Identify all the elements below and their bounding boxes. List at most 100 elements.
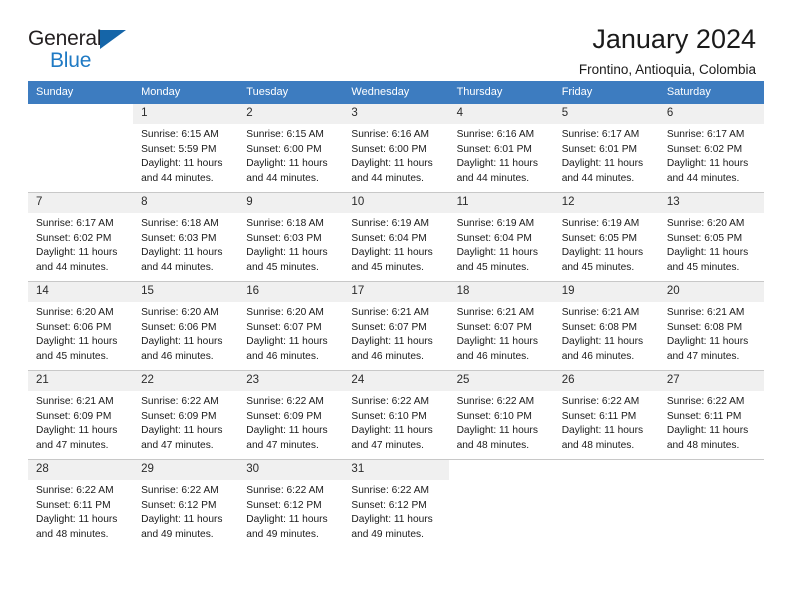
day-cell[interactable]: 18 Sunrise: 6:21 AM Sunset: 6:07 PM Dayligh… (448, 281, 554, 371)
daylight-text-line2: and 45 minutes. (456, 261, 530, 273)
day-cell-empty (553, 459, 659, 548)
day-number: 18 (448, 282, 554, 302)
day-cell[interactable]: 1 Sunrise: 6:15 AM Sunset: 5:59 PM Daylight… (133, 103, 239, 193)
daylight-text-line2: and 46 minutes. (351, 350, 424, 362)
day-number: 8 (133, 193, 239, 213)
day-cell[interactable]: 19 Sunrise: 6:21 AM Sunset: 6:08 PM Dayligh… (553, 281, 659, 371)
daylight-text-line1: Daylight: 11 hours (351, 425, 433, 437)
day-cell[interactable]: 3 Sunrise: 6:16 AM Sunset: 6:00 PM Daylight… (343, 103, 449, 193)
day-sun-info: Sunrise: 6:22 AM Sunset: 6:10 PM Daylight:… (449, 391, 554, 453)
day-sun-info: Sunrise: 6:21 AM Sunset: 6:08 PM Daylight:… (554, 302, 659, 364)
daylight-text-line2: and 47 minutes. (351, 439, 424, 451)
day-cell[interactable]: 12 Sunrise: 6:19 AM Sunset: 6:05 PM Dayligh… (553, 192, 659, 282)
weekday-header-monday: Monday (133, 81, 239, 104)
day-sun-info: Sunrise: 6:20 AM Sunset: 6:06 PM Daylight:… (28, 302, 133, 364)
day-cell[interactable]: 8 Sunrise: 6:18 AM Sunset: 6:03 PM Daylight… (133, 192, 239, 282)
day-cell[interactable]: 15 Sunrise: 6:20 AM Sunset: 6:06 PM Dayligh… (133, 281, 239, 371)
day-cell[interactable]: 30 Sunrise: 6:22 AM Sunset: 6:12 PM Dayligh… (238, 459, 344, 548)
daylight-text-line2: and 45 minutes. (36, 350, 109, 362)
generalblue-logo[interactable]: General Blue (28, 24, 148, 71)
daylight-text-line2: and 44 minutes. (36, 261, 109, 273)
day-sun-info: Sunrise: 6:18 AM Sunset: 6:03 PM Daylight:… (238, 213, 343, 275)
day-number: 21 (28, 371, 134, 391)
sunrise-text: Sunrise: 6:19 AM (561, 218, 640, 229)
sunset-text: Sunset: 6:12 PM (351, 499, 427, 511)
daylight-text-line2: and 48 minutes. (456, 439, 530, 451)
day-cell[interactable]: 27 Sunrise: 6:22 AM Sunset: 6:11 PM Dayligh… (658, 370, 764, 460)
sunrise-text: Sunrise: 6:22 AM (351, 396, 430, 407)
day-cell[interactable]: 7 Sunrise: 6:17 AM Sunset: 6:02 PM Daylight… (28, 192, 134, 282)
daylight-text-line2: and 44 minutes. (456, 172, 530, 184)
day-cell[interactable]: 24 Sunrise: 6:22 AM Sunset: 6:10 PM Dayligh… (343, 370, 449, 460)
sunset-text: Sunset: 6:07 PM (246, 321, 322, 333)
day-cell-empty (448, 459, 554, 548)
sunset-text: Sunset: 6:04 PM (456, 232, 532, 244)
day-cell[interactable]: 31 Sunrise: 6:22 AM Sunset: 6:12 PM Dayligh… (343, 459, 449, 548)
day-cell[interactable]: 17 Sunrise: 6:21 AM Sunset: 6:07 PM Dayligh… (343, 281, 449, 371)
sunrise-text: Sunrise: 6:21 AM (351, 307, 430, 318)
daylight-text-line1: Daylight: 11 hours (666, 247, 749, 259)
daylight-text-line1: Daylight: 11 hours (246, 336, 328, 348)
day-cell[interactable]: 13 Sunrise: 6:20 AM Sunset: 6:05 PM Dayligh… (658, 192, 764, 282)
daylight-text-line1: Daylight: 11 hours (351, 336, 433, 348)
sunrise-text: Sunrise: 6:21 AM (666, 307, 745, 318)
day-cell[interactable]: 2 Sunrise: 6:15 AM Sunset: 6:00 PM Daylight… (238, 103, 344, 193)
day-cell[interactable]: 22 Sunrise: 6:22 AM Sunset: 6:09 PM Dayligh… (133, 370, 239, 460)
day-sun-info: Sunrise: 6:19 AM Sunset: 6:04 PM Daylight:… (343, 213, 448, 275)
day-cell[interactable]: 25 Sunrise: 6:22 AM Sunset: 6:10 PM Dayligh… (448, 370, 554, 460)
day-cell[interactable]: 26 Sunrise: 6:22 AM Sunset: 6:11 PM Dayligh… (553, 370, 659, 460)
day-number: 10 (343, 193, 449, 213)
daylight-text-line2: and 49 minutes. (246, 528, 319, 540)
day-cell[interactable]: 9 Sunrise: 6:18 AM Sunset: 6:03 PM Daylight… (238, 192, 344, 282)
sunset-text: Sunset: 6:04 PM (351, 232, 427, 244)
sunrise-text: Sunrise: 6:16 AM (456, 129, 535, 140)
week-row: 21 Sunrise: 6:21 AM Sunset: 6:09 PM Dayligh… (28, 370, 764, 460)
day-cell[interactable]: 6 Sunrise: 6:17 AM Sunset: 6:02 PM Daylight… (658, 103, 764, 193)
day-number: 30 (238, 460, 344, 480)
day-sun-info: Sunrise: 6:19 AM Sunset: 6:05 PM Daylight:… (554, 213, 659, 275)
sunset-text: Sunset: 6:08 PM (561, 321, 638, 333)
day-cell[interactable]: 28 Sunrise: 6:22 AM Sunset: 6:11 PM Dayligh… (28, 459, 134, 548)
day-number: 23 (238, 371, 344, 391)
daylight-text-line2: and 48 minutes. (36, 528, 109, 540)
day-cell[interactable]: 14 Sunrise: 6:20 AM Sunset: 6:06 PM Dayligh… (28, 281, 134, 371)
sunset-text: Sunset: 6:08 PM (666, 321, 743, 333)
day-number: 31 (343, 460, 449, 480)
day-cell[interactable]: 23 Sunrise: 6:22 AM Sunset: 6:09 PM Dayligh… (238, 370, 344, 460)
day-cell[interactable]: 29 Sunrise: 6:22 AM Sunset: 6:12 PM Dayligh… (133, 459, 239, 548)
weekday-header-sunday: Sunday (28, 81, 134, 104)
location-subtitle: Frontino, Antioquia, Colombia (578, 62, 756, 77)
daylight-text-line2: and 47 minutes. (36, 439, 109, 451)
sunset-text: Sunset: 5:59 PM (141, 143, 217, 155)
daylight-text-line1: Daylight: 11 hours (141, 158, 223, 170)
day-cell[interactable]: 10 Sunrise: 6:19 AM Sunset: 6:04 PM Dayligh… (343, 192, 449, 282)
daylight-text-line1: Daylight: 11 hours (246, 158, 328, 170)
week-row: 14 Sunrise: 6:20 AM Sunset: 6:06 PM Dayligh… (28, 281, 764, 371)
sunrise-text: Sunrise: 6:22 AM (141, 485, 219, 496)
day-sun-info: Sunrise: 6:22 AM Sunset: 6:11 PM Daylight:… (554, 391, 659, 453)
page-title: January 2024 (592, 24, 756, 54)
sunset-text: Sunset: 6:11 PM (666, 410, 742, 422)
sunrise-text: Sunrise: 6:17 AM (561, 129, 640, 140)
weekday-header-tuesday: Tuesday (238, 81, 344, 104)
day-cell[interactable]: 16 Sunrise: 6:20 AM Sunset: 6:07 PM Dayligh… (238, 281, 344, 371)
daylight-text-line2: and 44 minutes. (351, 172, 424, 184)
day-number: 6 (658, 104, 764, 124)
daylight-text-line2: and 45 minutes. (561, 261, 635, 273)
sunset-text: Sunset: 6:09 PM (36, 410, 112, 422)
day-cell[interactable]: 20 Sunrise: 6:21 AM Sunset: 6:08 PM Dayligh… (658, 281, 764, 371)
weekday-header-thursday: Thursday (448, 81, 554, 104)
daylight-text-line1: Daylight: 11 hours (141, 336, 223, 348)
daylight-text-line2: and 45 minutes. (666, 261, 740, 273)
weekday-header-wednesday: Wednesday (343, 81, 449, 104)
day-sun-info: Sunrise: 6:15 AM Sunset: 6:00 PM Daylight:… (238, 124, 343, 186)
daylight-text-line1: Daylight: 11 hours (36, 247, 118, 259)
sunrise-text: Sunrise: 6:19 AM (456, 218, 535, 229)
day-cell[interactable]: 11 Sunrise: 6:19 AM Sunset: 6:04 PM Dayligh… (448, 192, 554, 282)
day-cell[interactable]: 4 Sunrise: 6:16 AM Sunset: 6:01 PM Daylight… (448, 103, 554, 193)
daylight-text-line2: and 46 minutes. (456, 350, 530, 362)
day-cell[interactable]: 21 Sunrise: 6:21 AM Sunset: 6:09 PM Dayligh… (28, 370, 134, 460)
sunrise-text: Sunrise: 6:22 AM (561, 396, 640, 407)
day-cell[interactable]: 5 Sunrise: 6:17 AM Sunset: 6:01 PM Daylight… (553, 103, 659, 193)
day-sun-info: Sunrise: 6:20 AM Sunset: 6:06 PM Daylight:… (133, 302, 238, 364)
